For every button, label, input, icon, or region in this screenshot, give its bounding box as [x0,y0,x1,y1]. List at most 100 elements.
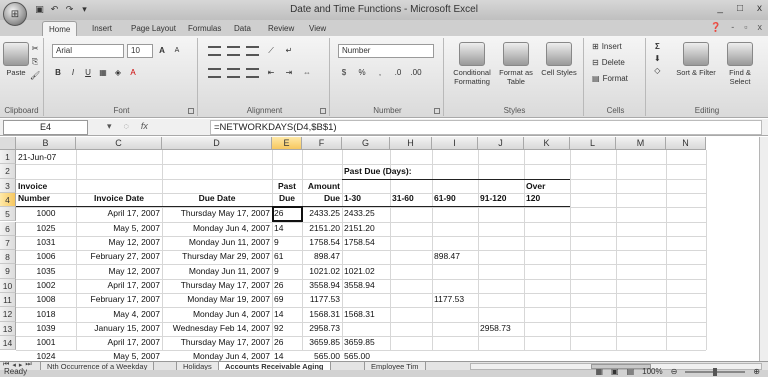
invoice-number-cell[interactable]: 1001 [18,336,74,348]
find-select-button[interactable]: Find & Select [720,42,760,86]
invoice-number-cell[interactable]: 1025 [18,222,74,234]
amount-due-cell[interactable]: 898.47 [304,250,340,262]
fill-icon[interactable]: ⬇ [654,54,661,63]
row-header-7[interactable]: 7 [0,235,16,251]
name-box[interactable]: E4 [3,120,88,135]
increase-indent-icon[interactable]: ⇥ [283,66,295,80]
past-due-cell[interactable]: 26 [274,336,300,348]
header-bucket-over-line2[interactable]: 120 [526,192,568,204]
merge-center-icon[interactable]: ⇔ [301,66,313,80]
invoice-date-cell[interactable]: April 17, 2007 [78,336,160,348]
tab-insert[interactable]: Insert [86,21,118,36]
amount-due-cell[interactable]: 3659.85 [304,336,340,348]
header-invoice-date[interactable]: Invoice Date [78,192,160,204]
due-date-cell[interactable]: Monday Jun 11, 2007 [164,236,270,248]
row-header-2[interactable]: 2 [0,164,16,179]
bucket-1-30-cell[interactable]: 3659.85 [344,336,388,348]
due-date-cell[interactable]: Monday Jun 11, 2007 [164,265,270,277]
format-as-table-button[interactable]: Format as Table [496,42,536,86]
italic-button[interactable]: I [67,66,79,80]
invoice-date-cell[interactable]: May 12, 2007 [78,265,160,277]
invoice-date-cell[interactable]: February 27, 2007 [78,250,160,262]
row-header-12[interactable]: 12 [0,307,16,322]
amount-due-cell[interactable]: 2151.20 [304,222,340,234]
font-color-icon[interactable]: A [127,66,139,80]
column-header-l[interactable]: L [570,137,616,150]
help-icon[interactable]: ❓ [710,22,721,33]
column-header-b[interactable]: B [16,137,76,150]
amount-due-cell[interactable]: 3558.94 [304,279,340,291]
amount-due-cell[interactable]: 1021.02 [304,265,340,277]
header-invoice-line2[interactable]: Number [18,192,74,204]
header-amount-line1[interactable]: Amount [304,180,340,192]
row-header-11[interactable]: 11 [0,293,16,308]
autosum-button[interactable]: Σ [655,42,660,51]
past-due-title[interactable]: Past Due (Days): [344,165,476,177]
column-header-m[interactable]: M [616,137,666,150]
invoice-date-cell[interactable]: May 4, 2007 [78,308,160,320]
bucket-1-30-cell[interactable]: 2433.25 [344,207,388,219]
delete-button[interactable]: ⊟ Delete [592,58,625,67]
tab-page-layout[interactable]: Page Layout [125,21,182,36]
past-due-cell[interactable]: 14 [274,222,300,234]
row-header-5[interactable]: 5 [0,207,16,222]
increase-decimal-button[interactable]: .0 [392,66,404,80]
invoice-date-cell[interactable]: May 5, 2007 [78,350,160,361]
close-button[interactable]: x [757,3,762,14]
align-right-icon[interactable] [246,68,259,78]
bucket-1-30-cell[interactable]: 1758.54 [344,236,388,248]
number-dialog-launcher[interactable] [434,108,440,114]
clear-icon[interactable]: ◇ [654,66,660,75]
format-button[interactable]: ▤ Format [592,74,628,83]
amount-due-cell[interactable]: 565.00 [304,350,340,361]
insert-function-button[interactable]: fx [141,121,148,132]
cell-b1-date[interactable]: 21-Jun-07 [18,151,74,163]
column-header-f[interactable]: F [302,137,342,150]
ribbon-close-button[interactable]: x [758,22,763,33]
due-date-cell[interactable]: Thursday Mar 29, 2007 [164,250,270,262]
bucket-61-90-cell[interactable]: 898.47 [434,250,476,262]
row-header-10[interactable]: 10 [0,278,16,293]
past-due-cell[interactable]: 61 [274,250,300,262]
past-due-cell[interactable]: 9 [274,265,300,277]
bucket-1-30-cell[interactable]: 3558.94 [344,279,388,291]
underline-button[interactable]: U [82,66,94,80]
due-date-cell[interactable]: Monday Jun 4, 2007 [164,308,270,320]
minimize-button[interactable]: _ [717,3,723,14]
fill-color-icon[interactable]: ◈ [112,66,124,80]
header-due-date[interactable]: Due Date [164,192,270,204]
header-past-line2[interactable]: Due [274,192,300,204]
past-due-cell[interactable]: 14 [274,350,300,361]
align-bottom-icon[interactable] [246,46,259,56]
font-size-dropdown[interactable]: 10 [127,44,153,58]
row-header-6[interactable]: 6 [0,221,16,236]
zoom-slider-thumb[interactable] [713,367,718,376]
past-due-cell[interactable]: 14 [274,308,300,320]
bucket-61-90-cell[interactable]: 1177.53 [434,293,476,305]
row-header-14[interactable]: 14 [0,335,16,351]
amount-due-cell[interactable]: 1177.53 [304,293,340,305]
bucket-1-30-cell[interactable]: 565.00 [344,350,388,361]
paste-button[interactable]: Paste [3,42,29,77]
invoice-date-cell[interactable]: January 15, 2007 [78,322,160,334]
bucket-1-30-cell[interactable]: 1568.31 [344,308,388,320]
header-bucket-31-60[interactable]: 31-60 [392,192,430,204]
invoice-number-cell[interactable]: 1000 [18,207,74,219]
column-header-g[interactable]: G [342,137,390,150]
active-cell-e4[interactable] [272,206,303,222]
bucket-91-120-cell[interactable]: 2958.73 [480,322,522,334]
invoice-number-cell[interactable]: 1039 [18,322,74,334]
invoice-number-cell[interactable]: 1024 [18,350,74,361]
align-center-icon[interactable] [227,68,240,78]
cell-styles-button[interactable]: Cell Styles [540,42,578,77]
align-left-icon[interactable] [208,68,221,78]
column-header-n[interactable]: N [666,137,706,150]
normal-view-icon[interactable]: ▦ [595,368,603,376]
invoice-date-cell[interactable]: April 17, 2007 [78,279,160,291]
cancel-icon[interactable]: ◌ [124,121,129,132]
ribbon-minimize-button[interactable]: - [731,22,734,33]
header-past-line1[interactable]: Past [274,180,300,192]
invoice-number-cell[interactable]: 1018 [18,308,74,320]
select-all-corner[interactable] [0,137,16,150]
amount-due-cell[interactable]: 1568.31 [304,308,340,320]
